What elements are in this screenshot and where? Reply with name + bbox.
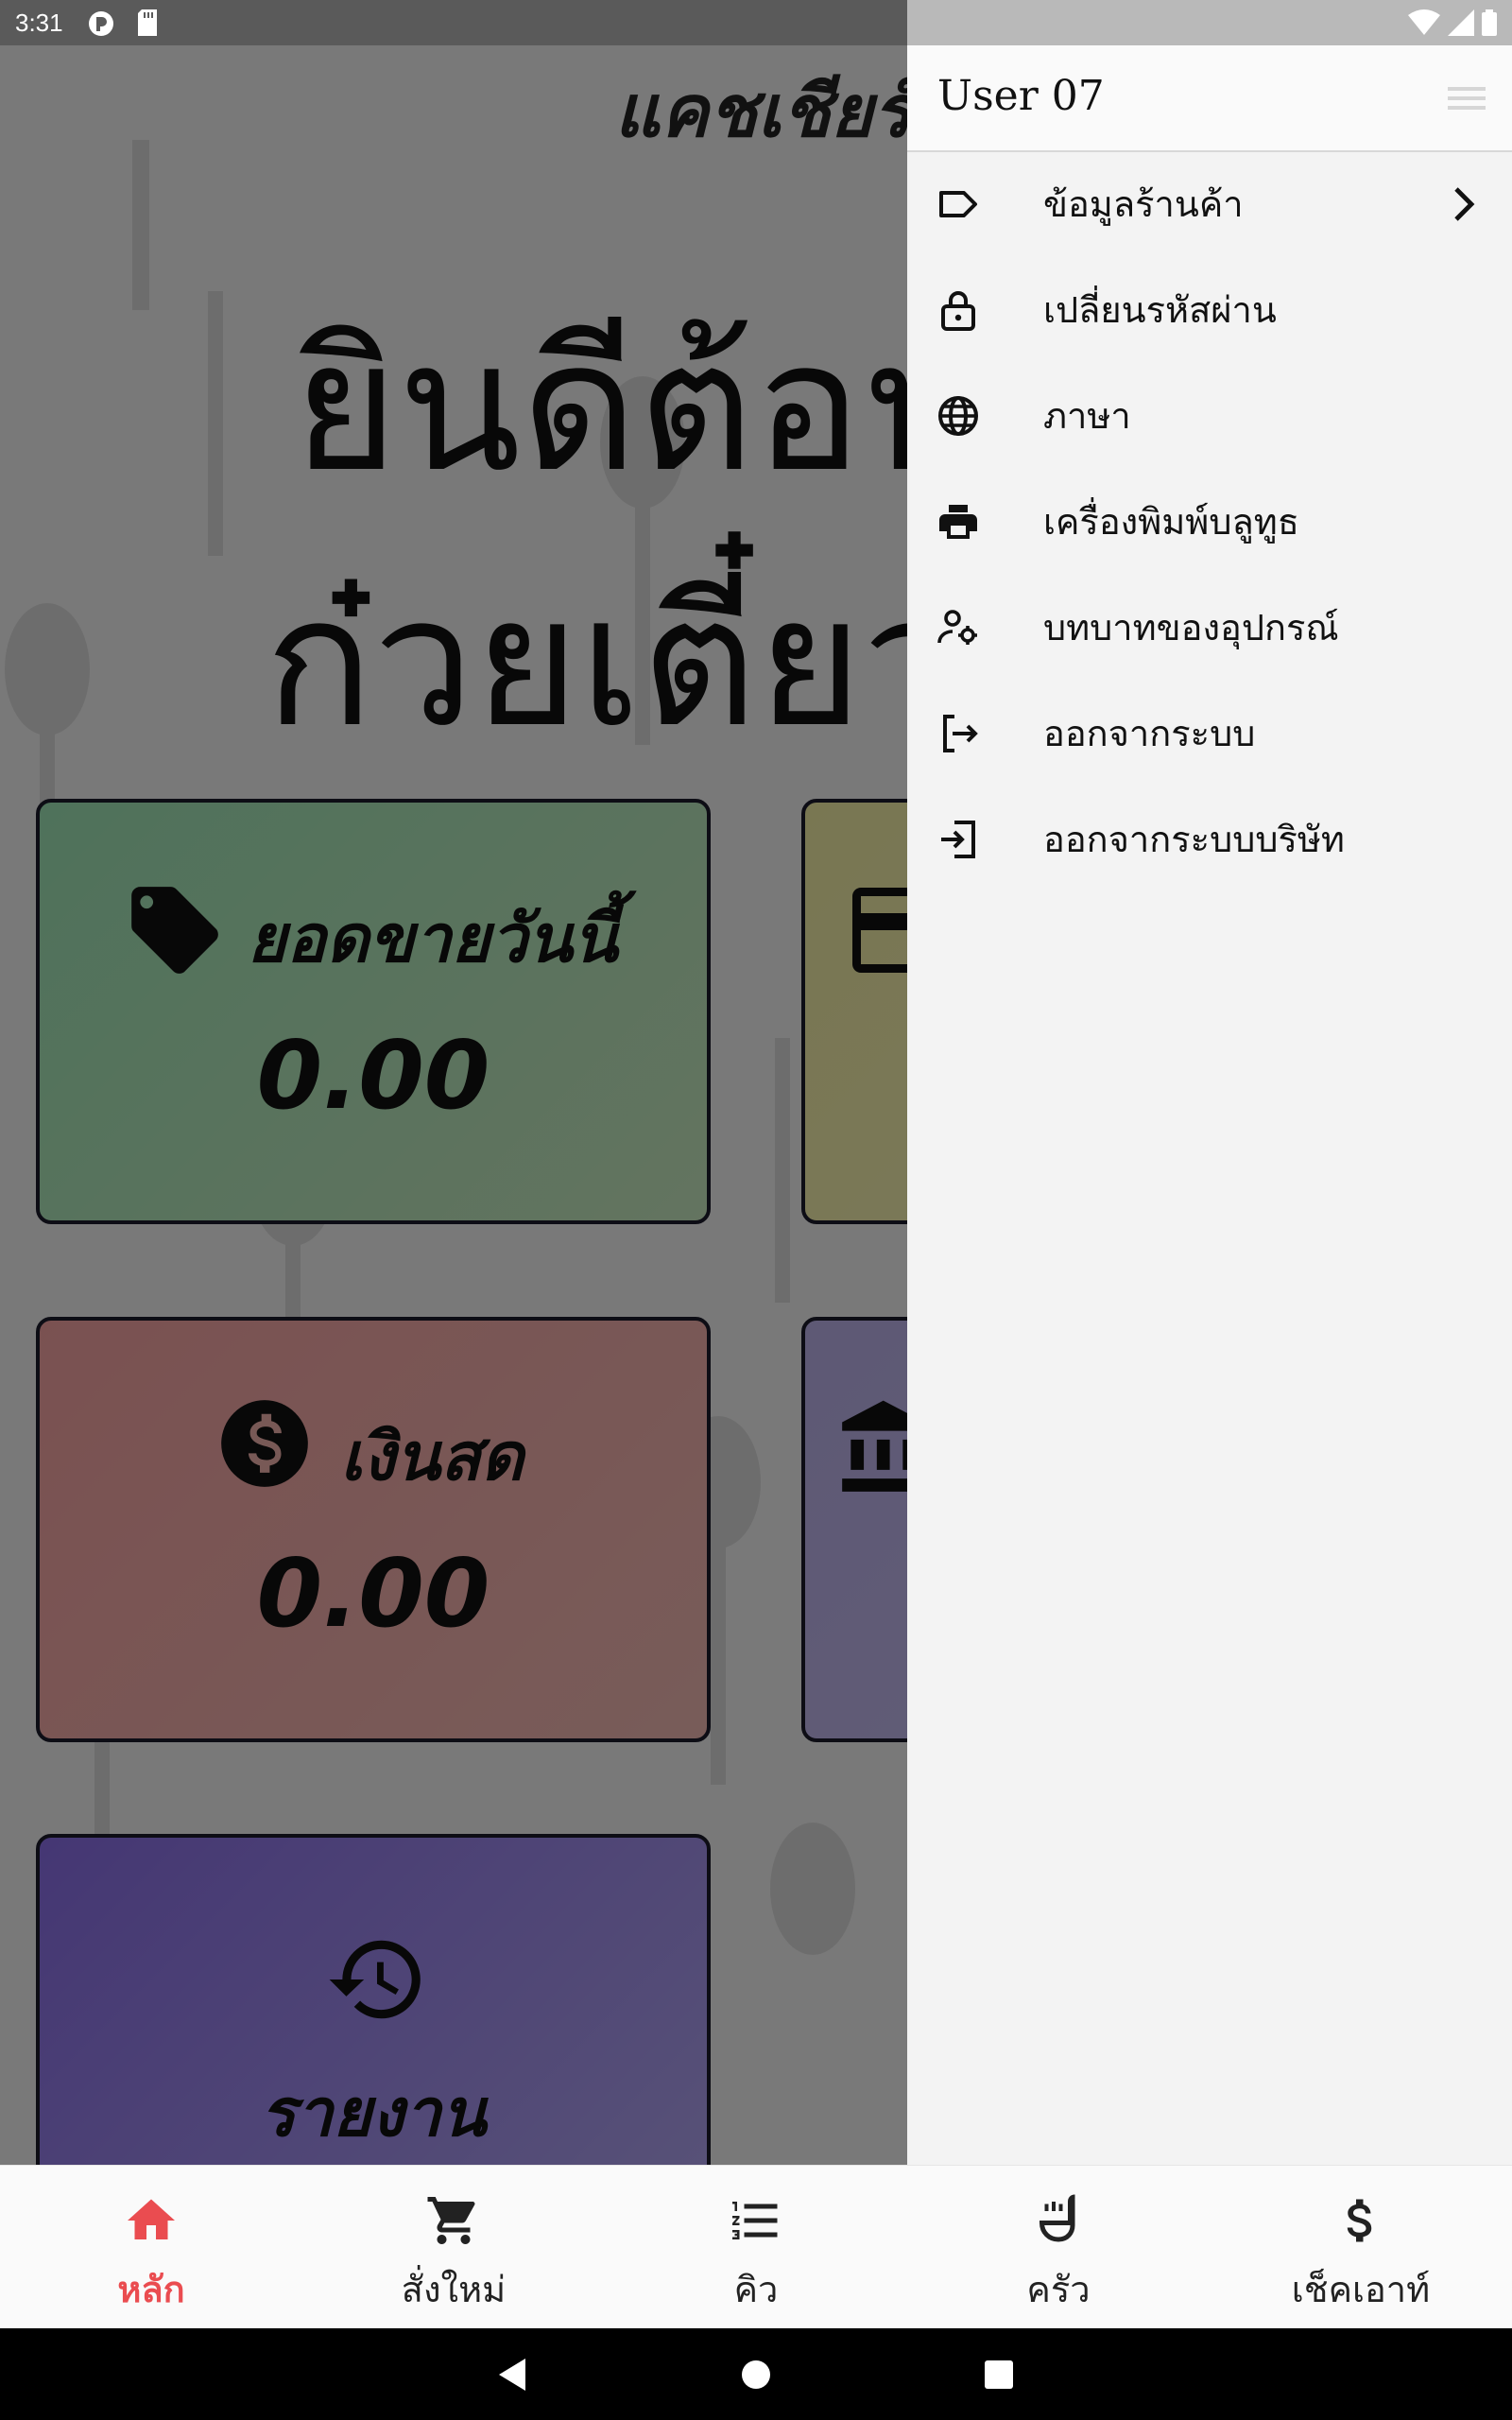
sd-card-icon [138, 9, 157, 36]
lock-icon [941, 291, 975, 331]
drawer-item-bluetooth-printer[interactable]: เครื่องพิมพ์บลูทูธ [907, 470, 1512, 574]
menu-icon[interactable] [1446, 81, 1487, 115]
drawer-item-change-password[interactable]: เปลี่ยนรหัสผ่าน [907, 258, 1512, 362]
drawer-scrim[interactable] [0, 45, 907, 2165]
drawer-item-language[interactable]: ภาษา [907, 364, 1512, 468]
nav-item-checkout[interactable]: เช็คเอาท์ [1210, 2166, 1512, 2329]
recents-icon[interactable] [975, 2351, 1022, 2398]
nav-item-label: เช็คเอาท์ [1291, 2269, 1431, 2310]
nav-item-queue[interactable]: คิว [605, 2166, 907, 2329]
ladle-icon [1039, 2194, 1075, 2242]
globe-icon [938, 396, 978, 436]
nav-item-new-order[interactable]: สั่งใหม่ [302, 2166, 605, 2329]
nav-item-label: สั่งใหม่ [401, 2269, 507, 2310]
drawer-item-label: ข้อมูลร้านค้า [1043, 183, 1244, 225]
list-numbered-icon [732, 2202, 778, 2239]
logout-icon [943, 715, 978, 752]
signal-icon [1448, 9, 1474, 36]
drawer-item-label: เครื่องพิมพ์บลูทูธ [1043, 501, 1299, 543]
nav-item-kitchen[interactable]: ครัว [907, 2166, 1210, 2329]
drawer-item-store-info[interactable]: ข้อมูลร้านค้า [907, 152, 1512, 256]
printer-icon [939, 505, 977, 539]
drawer-item-device-role[interactable]: บทบาทของอุปกรณ์ [907, 576, 1512, 680]
system-navigation-bar [0, 2328, 1512, 2420]
status-bar: 3:31 [0, 0, 1512, 45]
app-notification-icon [89, 11, 113, 36]
drawer-item-label: เปลี่ยนรหัสผ่าน [1043, 289, 1277, 331]
drawer-item-label: ภาษา [1043, 395, 1131, 437]
back-icon[interactable] [490, 2351, 537, 2398]
home-circle-icon[interactable] [732, 2351, 780, 2398]
drawer-user-name: User 07 [937, 72, 1105, 120]
store-tag-icon [939, 191, 977, 217]
login-box-icon [941, 821, 975, 858]
nav-item-home[interactable]: หลัก [0, 2166, 302, 2329]
drawer-item-label: ออกจากระบบบริษัท [1043, 819, 1345, 860]
status-time: 3:31 [15, 9, 63, 37]
user-gear-icon [937, 610, 977, 645]
battery-icon [1482, 9, 1497, 36]
navigation-drawer: User 07 ข้อมูลร้านค้า เปลี่ยนรหัสผ่าน ภา… [907, 45, 1512, 2165]
nav-item-label: หลัก [117, 2269, 185, 2310]
nav-item-label: คิว [733, 2269, 779, 2310]
nav-item-label: ครัว [1026, 2269, 1091, 2310]
cart-icon [427, 2197, 475, 2244]
drawer-item-label: ออกจากระบบ [1043, 713, 1256, 754]
status-bar-right [907, 0, 1512, 45]
wifi-icon [1408, 9, 1440, 35]
chevron-right-icon [1454, 187, 1475, 221]
bottom-navigation: หลัก สั่งใหม่ คิว ครัว เช็คเอาท์ [0, 2165, 1512, 2328]
drawer-item-logout[interactable]: ออกจากระบบ [907, 682, 1512, 786]
drawer-header: User 07 [907, 45, 1512, 152]
drawer-item-logout-company[interactable]: ออกจากระบบบริษัท [907, 787, 1512, 891]
drawer-item-label: บทบาทของอุปกรณ์ [1043, 607, 1339, 648]
home-icon [128, 2199, 175, 2239]
dollar-icon [1347, 2199, 1372, 2242]
